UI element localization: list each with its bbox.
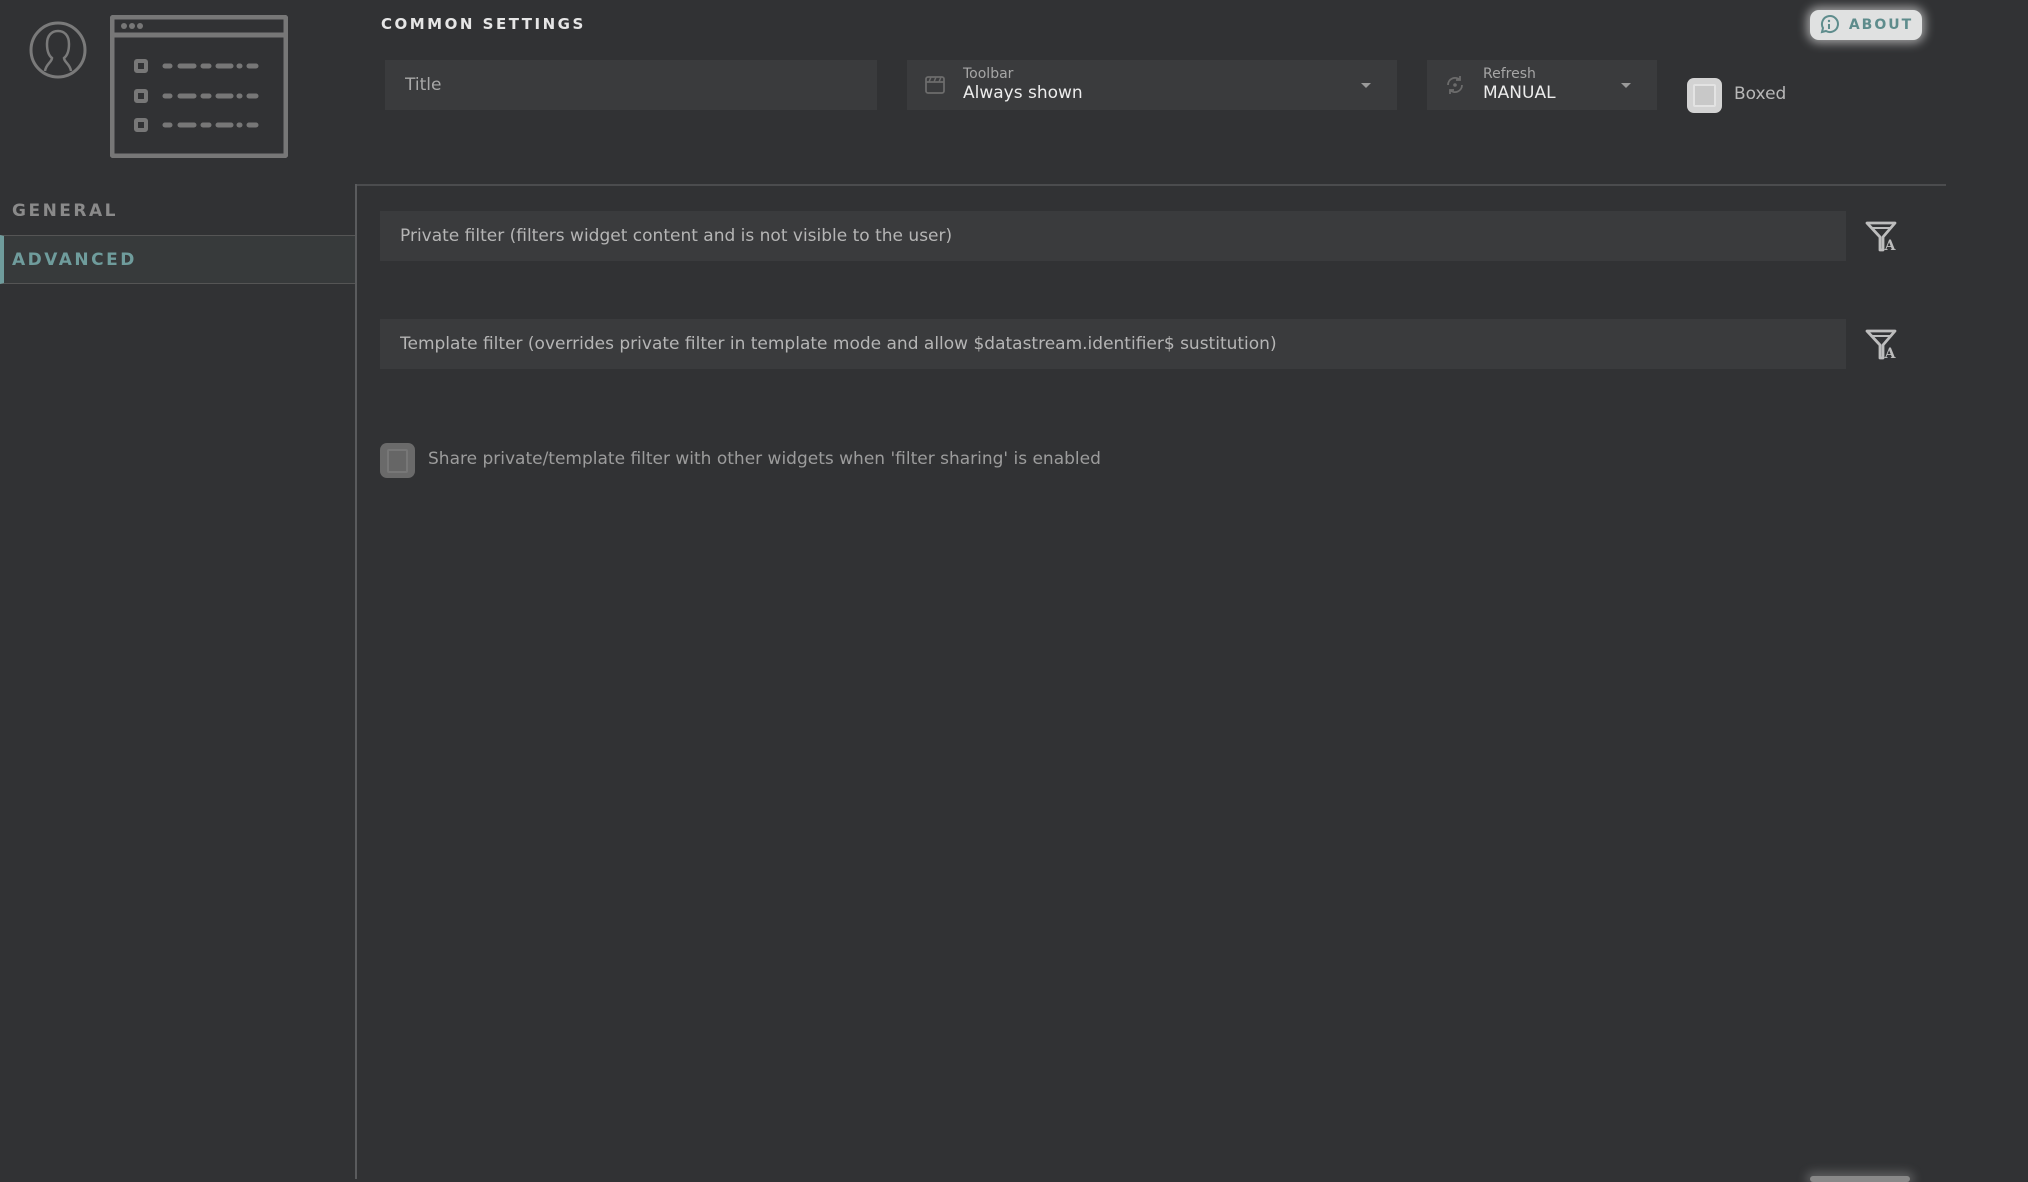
info-chat-icon — [1820, 15, 1839, 34]
panel-divider-left — [355, 184, 357, 1179]
refresh-value: MANUAL — [1483, 83, 1556, 103]
title-input[interactable] — [385, 60, 877, 110]
refresh-label: Refresh — [1483, 66, 1536, 82]
common-settings-title: COMMON SETTINGS — [381, 15, 586, 33]
toolbar-select[interactable]: Toolbar Always shown — [907, 60, 1397, 110]
panel-divider-top — [355, 184, 1946, 186]
sidebar-item-advanced[interactable]: ADVANCED — [0, 235, 355, 284]
offscreen-button-edge — [1810, 1176, 1910, 1182]
user-avatar-icon — [29, 21, 87, 79]
svg-text:A: A — [1884, 346, 1897, 361]
checkbox-inner — [387, 448, 408, 473]
sidebar-item-general[interactable]: GENERAL — [0, 186, 355, 235]
chevron-down-icon — [1361, 82, 1371, 88]
toolbar-label: Toolbar — [963, 66, 1014, 82]
about-label: ABOUT — [1848, 17, 1914, 33]
template-filter-input[interactable] — [380, 319, 1846, 369]
boxed-label: Boxed — [1734, 84, 1787, 104]
refresh-select[interactable]: Refresh MANUAL — [1427, 60, 1657, 110]
about-button[interactable]: ABOUT — [1810, 10, 1922, 40]
svg-text:A: A — [1884, 238, 1897, 253]
boxed-checkbox[interactable] — [1687, 78, 1722, 113]
share-filter-label: Share private/template filter with other… — [428, 449, 1101, 469]
clapperboard-icon — [925, 76, 945, 94]
widget-list-icon — [110, 15, 288, 158]
toolbar-value: Always shown — [963, 83, 1083, 103]
checkbox-inner — [1693, 84, 1716, 107]
filter-builder-icon[interactable]: A — [1864, 327, 1898, 361]
private-filter-input[interactable] — [380, 211, 1846, 261]
chevron-down-icon — [1621, 82, 1631, 88]
refresh-icon — [1447, 76, 1463, 94]
filter-builder-icon[interactable]: A — [1864, 219, 1898, 253]
share-filter-checkbox[interactable] — [380, 443, 415, 478]
